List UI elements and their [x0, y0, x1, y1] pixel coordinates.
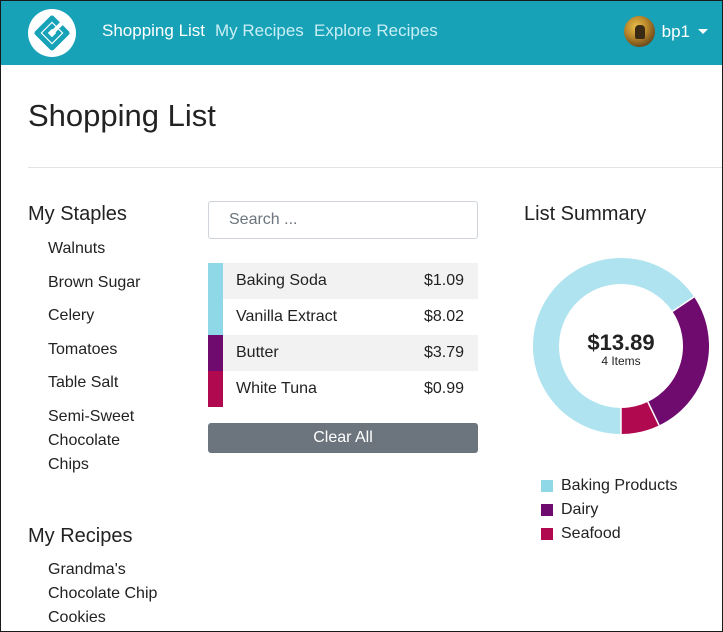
legend-swatch	[541, 504, 553, 516]
item-name: Butter	[236, 344, 279, 361]
legend-item[interactable]: Dairy	[541, 498, 678, 522]
summary-total: $13.89	[587, 330, 655, 355]
donut-slice-seafood	[620, 401, 660, 434]
item-price: $1.09	[423, 272, 464, 289]
staple-item[interactable]: Table Salt	[48, 371, 148, 395]
list-item[interactable]: White Tuna $0.99	[208, 371, 478, 407]
list-item[interactable]: Butter $3.79	[208, 335, 478, 371]
shopping-items: Baking Soda $1.09 Vanilla Extract $8.02 …	[208, 263, 478, 407]
list-item[interactable]: Baking Soda $1.09	[208, 263, 478, 299]
staple-item[interactable]: Celery	[48, 304, 148, 328]
nav-explore-recipes[interactable]: Explore Recipes	[314, 21, 438, 41]
chart-legend: Baking Products Dairy Seafood	[541, 474, 678, 546]
legend-label: Dairy	[561, 501, 599, 518]
legend-swatch	[541, 528, 553, 540]
item-name: Vanilla Extract	[236, 308, 338, 325]
staple-item[interactable]: Semi-Sweet Chocolate Chips	[48, 405, 148, 477]
legend-item[interactable]: Baking Products	[541, 474, 678, 498]
staple-item[interactable]: Brown Sugar	[48, 271, 148, 295]
staples-title: My Staples	[28, 203, 127, 225]
item-name: Baking Soda	[236, 272, 327, 289]
nav-shopping-list[interactable]: Shopping List	[102, 21, 205, 41]
legend-item[interactable]: Seafood	[541, 522, 678, 546]
user-menu[interactable]: bp1	[623, 16, 708, 47]
summary-title: List Summary	[524, 203, 647, 225]
divider	[28, 167, 722, 168]
legend-label: Baking Products	[561, 477, 678, 494]
item-price: $0.99	[423, 380, 464, 397]
category-swatch	[208, 335, 223, 371]
category-swatch	[208, 371, 223, 407]
recipes-list: Grandma's Chocolate Chip Cookies	[48, 558, 168, 630]
item-price: $8.02	[423, 308, 464, 325]
legend-label: Seafood	[561, 525, 621, 542]
category-swatch	[208, 263, 223, 299]
recipes-title: My Recipes	[28, 525, 133, 547]
staples-list: Walnuts Brown Sugar Celery Tomatoes Tabl…	[48, 237, 148, 486]
item-price: $3.79	[423, 344, 464, 361]
username[interactable]: bp1	[662, 22, 690, 42]
staple-item[interactable]: Walnuts	[48, 237, 148, 261]
list-item[interactable]: Vanilla Extract $8.02	[208, 299, 478, 335]
summary-count: 4 Items	[601, 354, 641, 368]
navbar: Shopping List My Recipes Explore Recipes…	[1, 1, 722, 65]
category-swatch	[208, 299, 223, 335]
user-avatar[interactable]	[623, 16, 655, 47]
clear-all-button[interactable]: Clear All	[208, 423, 478, 453]
staple-item[interactable]: Tomatoes	[48, 338, 148, 362]
legend-swatch	[541, 480, 553, 492]
item-name: White Tuna	[236, 380, 317, 397]
nav-my-recipes[interactable]: My Recipes	[215, 21, 304, 41]
brand-logo[interactable]	[28, 9, 76, 57]
page-title: Shopping List	[28, 98, 216, 133]
recipe-item[interactable]: Grandma's Chocolate Chip Cookies	[48, 558, 168, 630]
chevron-down-icon[interactable]	[698, 29, 708, 34]
search-input[interactable]	[208, 201, 478, 239]
diamond-logo-icon	[34, 15, 70, 51]
